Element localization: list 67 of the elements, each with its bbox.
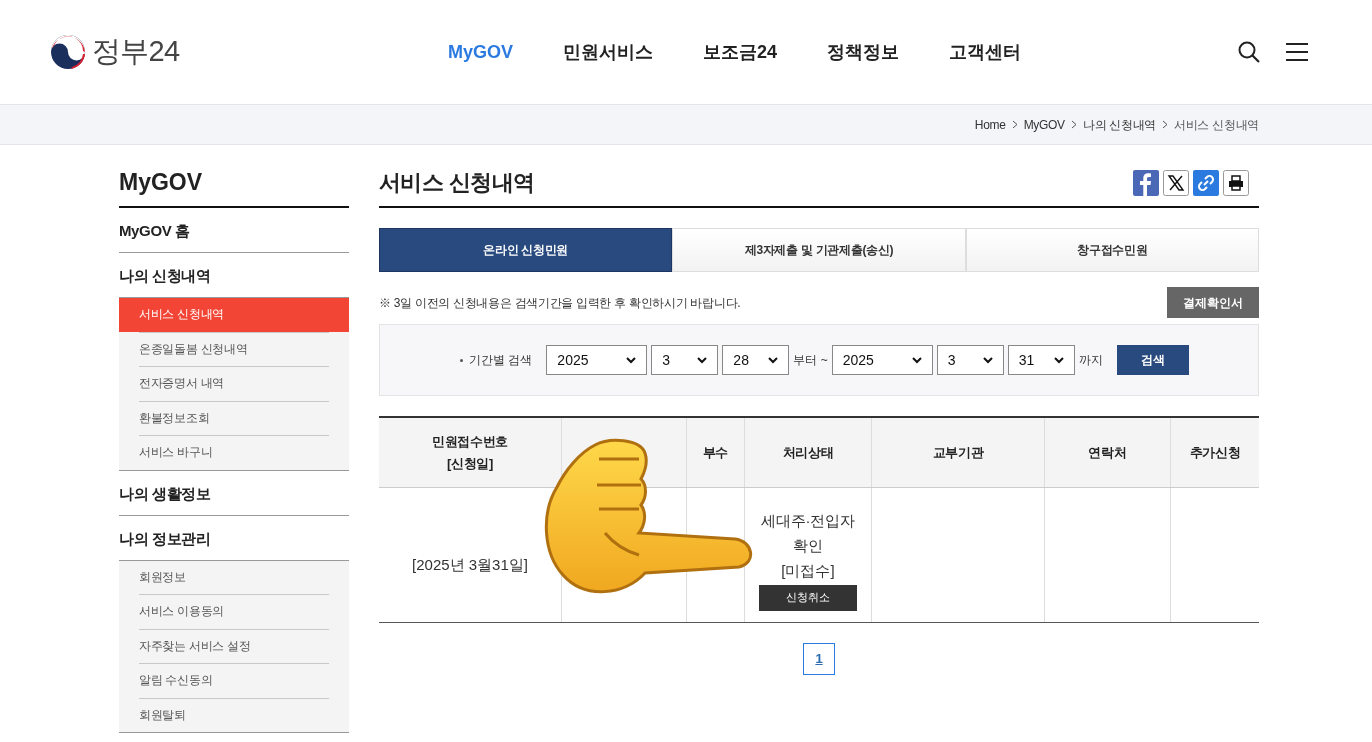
sidebar-item[interactable]: 서비스 신청내역	[119, 298, 349, 332]
breadcrumb-link[interactable]: Home	[974, 115, 1006, 134]
range-to-text: 까지	[1078, 352, 1103, 369]
chevron-down-icon	[911, 356, 922, 364]
breadcrumb-link[interactable]: MyGOV	[1023, 115, 1065, 134]
sidebar-item[interactable]: 온종일돌봄 신청내역	[119, 332, 349, 366]
date-select[interactable]: 3	[651, 345, 719, 375]
sidebar-item[interactable]: 회원탈퇴	[119, 698, 349, 732]
sidebar-item[interactable]: 자주찾는 서비스 설정	[119, 629, 349, 663]
date-select[interactable]: 28	[722, 345, 790, 375]
notice-text: ※ 3일 이전의 신청내용은 검색기간을 입력한 후 확인하시기 바랍니다.	[379, 294, 741, 312]
chevron-down-icon	[768, 356, 779, 364]
link-icon[interactable]	[1193, 169, 1219, 196]
menu-icon[interactable]	[1286, 42, 1308, 62]
receipt-button[interactable]: 결제확인서	[1167, 287, 1259, 318]
sidebar-item[interactable]: 서비스 바구니	[119, 436, 349, 470]
sidebar-section[interactable]: 나의 생활정보	[119, 470, 349, 516]
chevron-down-icon	[1053, 356, 1064, 364]
date-select[interactable]: 31	[1007, 345, 1075, 375]
date-select[interactable]: 2025	[831, 345, 933, 375]
search-button[interactable]: 검색	[1116, 345, 1189, 375]
x-logo-icon[interactable]	[1163, 169, 1189, 196]
sidebar-section[interactable]: MyGOV 홈	[119, 208, 349, 253]
range-from-text: 부터 ~	[793, 352, 828, 369]
status-text: 세대주·전입자 확인 [미접수]	[760, 510, 856, 581]
column-header: 연락처	[1088, 443, 1127, 462]
sidebar-title: MyGOV	[119, 167, 349, 208]
column-header: 민원접수번호 [신청일]	[431, 432, 509, 473]
page-title: 서비스 신청내역	[379, 169, 535, 197]
sidebar-item[interactable]: 전자증명서 내역	[119, 367, 349, 401]
chevron-right-icon	[1070, 120, 1077, 129]
column-header: 부수	[702, 443, 729, 462]
chevron-down-icon	[626, 356, 637, 364]
sidebar-item[interactable]: 서비스 이용동의	[119, 595, 349, 629]
nav-link[interactable]: 정책정보	[827, 38, 900, 66]
date-cell-text: [2025년 3월31일]	[412, 554, 528, 575]
search-label: 기간별 검색	[469, 352, 533, 369]
date-select[interactable]: 3	[936, 345, 1004, 375]
column-header: 추가신청	[1189, 443, 1241, 462]
chevron-right-icon	[1162, 120, 1169, 129]
page-link[interactable]: 1	[803, 643, 835, 675]
site-logo-text[interactable]: 정부24	[92, 30, 180, 74]
print-icon[interactable]	[1223, 169, 1249, 196]
column-header: 처리상태	[782, 443, 834, 462]
chevron-right-icon	[1011, 120, 1018, 129]
breadcrumb-link[interactable]: 서비스 신청내역	[1174, 115, 1259, 134]
tab[interactable]: 온라인 신청민원	[379, 228, 673, 272]
sidebar-section[interactable]: 나의 정보관리	[119, 515, 349, 561]
nav-link[interactable]: 보조금24	[703, 38, 778, 66]
taegeuk-logo-icon[interactable]	[50, 34, 86, 70]
chevron-down-icon	[697, 356, 708, 364]
nav-link[interactable]: 고객센터	[949, 38, 1022, 66]
search-icon[interactable]	[1238, 41, 1260, 63]
chevron-down-icon	[982, 356, 993, 364]
nav-link[interactable]: 민원서비스	[563, 38, 653, 66]
column-header: 교부기관	[932, 443, 984, 462]
sidebar-item[interactable]: 환불정보조회	[119, 401, 349, 435]
date-select[interactable]: 2025	[546, 345, 648, 375]
breadcrumb-link[interactable]: 나의 신청내역	[1082, 115, 1157, 134]
bullet-icon	[460, 358, 463, 362]
sidebar-item[interactable]: 회원정보	[119, 560, 349, 594]
sidebar-item[interactable]: 알림 수신동의	[119, 664, 349, 698]
tab[interactable]: 창구접수민원	[965, 228, 1259, 272]
facebook-icon[interactable]	[1133, 169, 1159, 196]
tab[interactable]: 제3자제출 및 기관제출(송신)	[672, 228, 966, 272]
nav-link[interactable]: MyGOV	[448, 38, 513, 66]
cancel-button[interactable]: 신청취소	[759, 584, 857, 611]
